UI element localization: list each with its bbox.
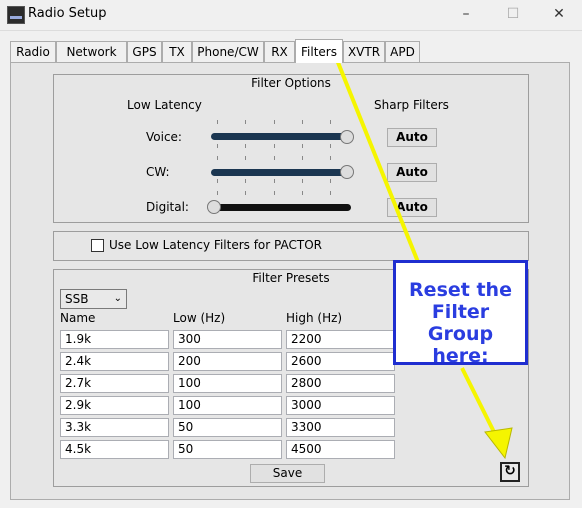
callout-line: Filter Group [427, 301, 494, 345]
low-latency-label: Low Latency [127, 98, 202, 112]
preset-low-cell[interactable]: 100 [173, 374, 282, 393]
preset-low-cell[interactable]: 50 [173, 418, 282, 437]
tab-strip: Radio Network GPS TX Phone/CW RX Filters… [10, 39, 570, 63]
cw-latency-slider[interactable] [211, 169, 351, 176]
tab-gps[interactable]: GPS [127, 41, 162, 62]
refresh-icon: ↻ [504, 463, 516, 479]
title-bar: Radio Setup – ☐ ✕ [0, 0, 582, 31]
preset-low-cell[interactable]: 100 [173, 396, 282, 415]
chevron-down-icon: ⌄ [113, 293, 122, 304]
cw-slider-thumb[interactable] [340, 165, 354, 179]
preset-low-cell[interactable]: 300 [173, 330, 282, 349]
preset-high-cell[interactable]: 2200 [286, 330, 395, 349]
preset-name-cell[interactable]: 2.9k [60, 396, 169, 415]
preset-high-cell[interactable]: 3300 [286, 418, 395, 437]
minimize-button[interactable]: – [443, 0, 489, 30]
cw-label: CW: [146, 165, 170, 179]
tab-rx[interactable]: RX [264, 41, 295, 62]
preset-name-cell[interactable]: 2.7k [60, 374, 169, 393]
tab-xvtr[interactable]: XVTR [343, 41, 385, 62]
preset-low-cell[interactable]: 200 [173, 352, 282, 371]
preset-low-cell[interactable]: 50 [173, 440, 282, 459]
annotation-callout: Reset the Filter Group here: [393, 260, 528, 367]
tab-phone-cw[interactable]: Phone/CW [192, 41, 264, 62]
column-header-high: High (Hz) [286, 311, 343, 325]
tab-radio[interactable]: Radio [10, 41, 56, 62]
preset-high-cell[interactable]: 4500 [286, 440, 395, 459]
callout-line: Reset the [409, 279, 512, 301]
tab-apd[interactable]: APD [385, 41, 420, 62]
filter-options-group: Filter Options Low Latency Sharp Filters… [53, 74, 529, 223]
preset-high-cell[interactable]: 2800 [286, 374, 395, 393]
digital-latency-slider[interactable] [211, 204, 351, 211]
voice-label: Voice: [146, 130, 182, 144]
preset-name-cell[interactable]: 2.4k [60, 352, 169, 371]
column-header-name: Name [60, 311, 96, 325]
tab-filters[interactable]: Filters [295, 39, 343, 63]
preset-high-cell[interactable]: 3000 [286, 396, 395, 415]
preset-high-cell[interactable]: 2600 [286, 352, 395, 371]
voice-latency-slider[interactable] [211, 133, 351, 140]
digital-slider-thumb[interactable] [207, 200, 221, 214]
window-title: Radio Setup [28, 6, 107, 21]
maximize-button[interactable]: ☐ [490, 0, 536, 30]
digital-auto-button[interactable]: Auto [387, 198, 437, 217]
tab-tx[interactable]: TX [162, 41, 192, 62]
mode-select[interactable]: SSB ⌄ [60, 289, 127, 309]
preset-name-cell[interactable]: 4.5k [60, 440, 169, 459]
close-button[interactable]: ✕ [536, 0, 582, 30]
cw-auto-button[interactable]: Auto [387, 163, 437, 182]
digital-label: Digital: [146, 200, 189, 214]
pactor-label: Use Low Latency Filters for PACTOR [109, 238, 322, 252]
app-icon [7, 6, 25, 24]
voice-slider-thumb[interactable] [340, 130, 354, 144]
pactor-checkbox[interactable] [91, 239, 104, 252]
callout-line: here: [432, 345, 489, 367]
column-header-low: Low (Hz) [173, 311, 226, 325]
preset-name-cell[interactable]: 1.9k [60, 330, 169, 349]
sharp-filters-label: Sharp Filters [374, 98, 449, 112]
voice-auto-button[interactable]: Auto [387, 128, 437, 147]
reset-filter-group-button[interactable]: ↻ [500, 462, 520, 482]
pactor-group: Use Low Latency Filters for PACTOR [53, 231, 529, 261]
mode-select-value: SSB [65, 292, 89, 306]
filter-options-title: Filter Options [251, 76, 331, 90]
preset-name-cell[interactable]: 3.3k [60, 418, 169, 437]
tab-network[interactable]: Network [56, 41, 127, 62]
save-button[interactable]: Save [250, 464, 325, 483]
